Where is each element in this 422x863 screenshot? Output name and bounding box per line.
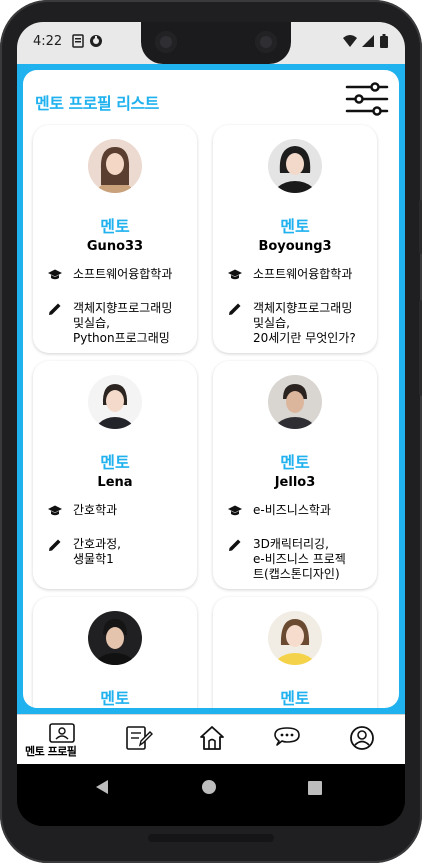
mentor-cards: 멘토 Guno33 소프트웨어융합학과 객체지향프로그래밍 및실습, Pytho… [33,125,393,708]
sync-icon [89,34,103,48]
page-title: 멘토 프로필 리스트 [35,94,159,113]
mentor-department: 소프트웨어융합학과 [253,267,353,281]
screen: 4:22 멘토 프로필 리스트 멘토 Guno33 소프트웨어융합학과 객체지향… [17,22,405,826]
signal-icon [361,34,375,48]
mentor-courses: 간호과정, 생물학1 [73,537,121,566]
phone-frame: 4:22 멘토 프로필 리스트 멘토 Guno33 소프트웨어융합학과 객체지향… [0,0,422,863]
mentor-list-container[interactable]: 멘토 프로필 리스트 멘토 Guno33 소프트웨어융합학과 객체지향프로그래밍… [23,70,399,708]
mentor-card[interactable]: 멘토 Jello3 e-비즈니스학과 3D캐릭터리깅, e-비즈니스 프로젝 트… [213,361,377,589]
mentor-role: 멘토 [280,453,310,472]
pencil-icon [227,537,243,553]
wifi-icon [343,34,357,48]
system-navigation-bar [17,764,405,826]
graduation-cap-icon [47,503,63,519]
mentor-card[interactable]: 멘토 [213,597,377,708]
graduation-cap-icon [227,503,243,519]
mentor-username: Jello3 [274,475,316,490]
mentor-username: Lena [97,475,133,490]
back-icon[interactable] [95,779,109,799]
pencil-icon [47,301,63,317]
camera-lens [255,31,277,53]
sliders-icon[interactable] [345,80,389,120]
status-time: 4:22 [33,34,63,49]
home-icon [199,725,225,755]
edit-note-icon [125,725,153,755]
mentor-courses: 3D캐릭터리깅, e-비즈니스 프로젝 트(캡스톤디자인) [253,537,346,581]
mentor-courses: 객체지향프로그래밍 및실습, Python프로그래밍 [73,301,173,345]
mentor-list-panel: 멘토 프로필 리스트 멘토 Guno33 소프트웨어융합학과 객체지향프로그래밍… [17,64,405,714]
chat-icon [273,725,301,755]
mentor-username: Boyoung3 [258,239,332,254]
mentor-courses: 객체지향프로그래밍 및실습, 20세기란 무엇인가? [253,301,356,345]
account-icon [349,725,375,755]
nav-write[interactable] [121,723,161,753]
mentor-role: 멘토 [280,689,310,708]
avatar [268,375,322,429]
mentor-role: 멘토 [100,453,130,472]
notification-icon [71,34,85,48]
status-bar: 4:22 [17,22,405,64]
battery-icon [377,34,391,48]
mentor-card[interactable]: 멘토 Boyoung3 소프트웨어융합학과 객체지향프로그래밍 및실습, 20세… [213,125,377,353]
mentor-role: 멘토 [100,217,130,236]
camera-lens [155,31,177,53]
nav-mentor-profile[interactable]: 멘토 프로필 [25,723,89,758]
nav-chat[interactable] [271,723,311,753]
mentor-card[interactable]: 멘토 ▬▬▬ [33,597,197,708]
speaker-grille [148,834,274,842]
nav-label: 멘토 프로필 [25,745,77,758]
mentor-role: 멘토 [280,217,310,236]
avatar [88,611,142,665]
mentor-username: Guno33 [86,239,144,254]
home-circle-icon[interactable] [201,779,217,799]
mentor-department: e-비즈니스학과 [253,503,331,517]
graduation-cap-icon [227,267,243,283]
pencil-icon [47,537,63,553]
mentor-department: 간호학과 [73,503,118,517]
app-content: 멘토 프로필 리스트 멘토 Guno33 소프트웨어융합학과 객체지향프로그래밍… [17,64,405,714]
recents-icon[interactable] [308,780,322,799]
nav-home[interactable] [195,723,235,753]
bottom-navigation: 멘토 프로필 [17,714,405,765]
mentor-role: 멘토 [100,689,130,708]
avatar [88,139,142,193]
mentor-card[interactable]: 멘토 Lena 간호학과 간호과정, 생물학1 [33,361,197,589]
graduation-cap-icon [47,267,63,283]
mentor-department: 소프트웨어융합학과 [73,267,173,281]
avatar [88,375,142,429]
avatar [268,139,322,193]
mentor-card[interactable]: 멘토 Guno33 소프트웨어융합학과 객체지향프로그래밍 및실습, Pytho… [33,125,197,353]
camera-notch [141,22,291,64]
nav-account[interactable] [347,723,387,753]
avatar [268,611,322,665]
pencil-icon [227,301,243,317]
